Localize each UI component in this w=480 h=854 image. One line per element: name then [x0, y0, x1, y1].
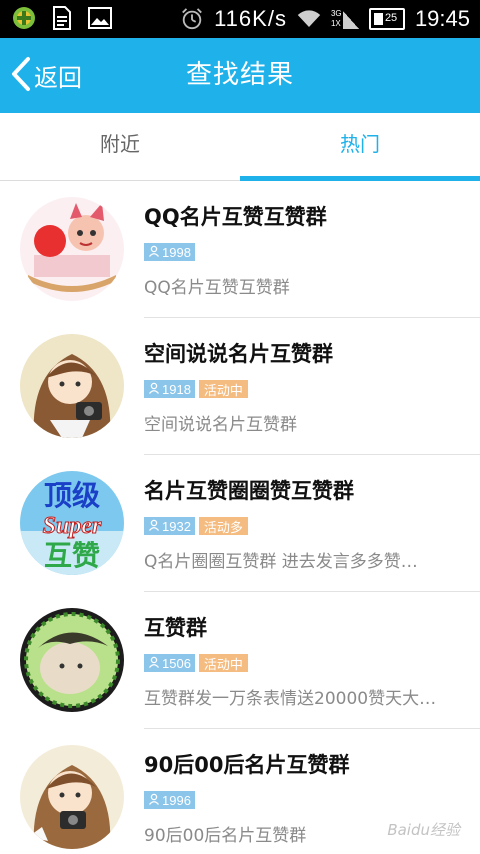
status-bar-system: 116K/s 3G 1X 25 19:45: [180, 0, 470, 38]
tab-bar: 附近 热门: [0, 113, 480, 181]
avatar: [20, 608, 124, 712]
status-bar: 116K/s 3G 1X 25 19:45: [0, 0, 480, 38]
list-item[interactable]: QQ名片互赞互赞群 1998 QQ名片互赞互赞群: [0, 181, 480, 318]
alarm-icon: [180, 7, 204, 31]
member-count: 1996: [162, 792, 191, 808]
status-badge: 活动中: [198, 380, 248, 399]
group-description: Q名片圈圈互赞群 进去发言多多赞…: [144, 552, 418, 572]
member-count-badge: 1918: [144, 380, 195, 398]
group-description: QQ名片互赞互赞群: [144, 278, 290, 298]
person-icon: [148, 656, 160, 671]
group-name: 空间说说名片互赞群: [144, 342, 333, 366]
group-description: 互赞群发一万条表情送20000赞天大…: [144, 689, 437, 709]
member-count: 1932: [162, 518, 191, 534]
person-icon: [148, 793, 160, 808]
watermark: Baidu经验: [387, 821, 460, 839]
clock: 19:45: [414, 6, 470, 31]
network-type-top: 3G: [330, 9, 342, 18]
member-count: 1918: [162, 381, 191, 397]
list-item[interactable]: 空间说说名片互赞群 1918 活动中 空间说说名片互赞群: [0, 318, 480, 455]
group-list: QQ名片互赞互赞群 1998 QQ名片互赞互赞群 空间说说名片互赞群 1918 …: [0, 181, 480, 854]
document-icon: [50, 6, 74, 30]
signal-icon: 3G 1X: [331, 7, 359, 31]
member-count-badge: 1506: [144, 654, 195, 672]
avatar: [20, 197, 124, 301]
list-item[interactable]: 互赞群 1506 活动中 互赞群发一万条表情送20000赞天大…: [0, 592, 480, 729]
person-icon: [148, 382, 160, 397]
signal-bars: [342, 11, 359, 29]
status-badge: 活动中: [198, 654, 248, 673]
group-badges: 1998: [144, 243, 195, 261]
avatar: [20, 334, 124, 438]
page-title: 查找结果: [185, 60, 294, 90]
group-name: QQ名片互赞互赞群: [144, 205, 327, 229]
group-name: 90后00后名片互赞群: [144, 753, 350, 777]
group-badges: 1506 活动中: [144, 654, 248, 673]
network-type-bottom: 1X: [330, 19, 341, 28]
avatar: [20, 745, 124, 849]
list-item[interactable]: 顶级 Super 互赞 名片互赞圈圈赞互赞群 1932 活动多 Q名片圈圈互赞群…: [0, 455, 480, 592]
avatar-text-middle: Super: [43, 513, 102, 539]
person-icon: [148, 245, 160, 260]
image-icon: [88, 6, 112, 30]
group-badges: 1918 活动中: [144, 380, 248, 399]
member-count-badge: 1996: [144, 791, 195, 809]
network-speed: 116K/s: [214, 6, 287, 31]
wifi-icon: [297, 7, 321, 31]
status-bar-notifications: [12, 6, 112, 30]
person-icon: [148, 519, 160, 534]
title-bar: 返回 查找结果: [0, 38, 480, 113]
battery-icon: 25: [368, 8, 405, 30]
status-badge: 活动多: [198, 517, 248, 536]
avatar-text-bottom: 互赞: [44, 539, 100, 572]
avatar: 顶级 Super 互赞: [20, 471, 124, 575]
member-count: 1506: [162, 655, 191, 671]
member-count: 1998: [162, 244, 191, 260]
member-count-badge: 1932: [144, 517, 195, 535]
battery-level: 25: [384, 12, 398, 24]
group-description: 空间说说名片互赞群: [144, 415, 297, 435]
group-name: 互赞群: [144, 616, 207, 640]
group-badges: 1996: [144, 791, 195, 809]
tab-popular[interactable]: 热门: [240, 113, 480, 181]
group-name: 名片互赞圈圈赞互赞群: [144, 479, 354, 503]
group-badges: 1932 活动多: [144, 517, 248, 536]
avatar-text-top: 顶级: [44, 479, 100, 512]
app-icon: [12, 6, 36, 30]
tab-nearby[interactable]: 附近: [0, 113, 240, 180]
member-count-badge: 1998: [144, 243, 195, 261]
